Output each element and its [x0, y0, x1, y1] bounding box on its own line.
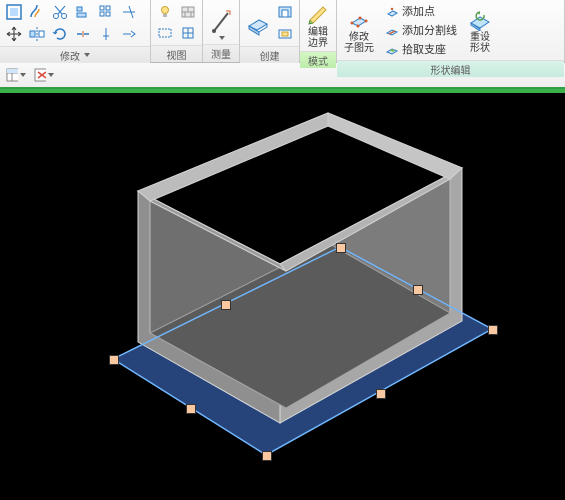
panel-create-label: 创建 — [240, 46, 299, 63]
add-point-label: 添加点 — [402, 3, 435, 19]
panel-measure: 测量 — [203, 0, 240, 62]
chevron-down-icon — [48, 73, 54, 77]
shape-handle[interactable] — [376, 389, 386, 399]
create-region-icon[interactable] — [275, 24, 295, 44]
view-ideas-icon[interactable] — [155, 2, 175, 22]
measure-tool[interactable] — [207, 5, 235, 40]
pick-support-button[interactable]: 拾取支座 — [383, 40, 448, 58]
view-grid-icon[interactable] — [178, 23, 198, 43]
panel-modify-label: 修改 — [60, 48, 80, 63]
panel-modify: 修改 — [0, 0, 151, 62]
shape-handle[interactable] — [413, 285, 423, 295]
panel-shape-label: 形状编辑 — [337, 60, 564, 77]
add-split-line-button[interactable]: 添加分割线 — [383, 21, 459, 39]
pin-tool[interactable] — [96, 24, 116, 44]
modify-subelements-label: 修改 子图元 — [344, 32, 374, 54]
shape-handle[interactable] — [109, 355, 119, 365]
reset-shape-label: 重设 形状 — [470, 32, 490, 54]
panel-mode: 编辑 边界 模式 — [300, 0, 337, 62]
shape-handle[interactable] — [262, 451, 272, 461]
ribbon: 修改 视图 测量 — [0, 0, 565, 63]
move-tool[interactable] — [4, 24, 24, 44]
panel-view-label: 视图 — [151, 45, 202, 62]
properties-button[interactable] — [6, 65, 26, 85]
chevron-down-icon[interactable] — [84, 53, 90, 57]
shape-handle[interactable] — [221, 300, 231, 310]
cut-tool[interactable] — [50, 2, 70, 22]
create-opening-icon[interactable] — [275, 2, 295, 22]
rotate-tool[interactable] — [50, 24, 70, 44]
panel-create: 创建 — [240, 0, 300, 62]
shape-handle[interactable] — [488, 325, 498, 335]
extend-tool[interactable] — [119, 24, 139, 44]
panel-shape: 修改 子图元 添加点 添加分割线 拾取支座 重设 形状 — [337, 0, 565, 62]
trim-tool[interactable] — [119, 2, 139, 22]
create-floor-icon[interactable] — [244, 9, 272, 37]
view-wall-icon[interactable] — [178, 2, 198, 22]
shape-handle[interactable] — [186, 404, 196, 414]
add-point-button[interactable]: 添加点 — [383, 2, 437, 20]
align-tool[interactable] — [73, 2, 93, 22]
panel-view: 视图 — [151, 0, 203, 62]
chevron-down-icon — [219, 36, 225, 40]
pick-support-icon — [385, 42, 399, 56]
select-tool[interactable] — [4, 2, 24, 22]
shape-handle[interactable] — [336, 243, 346, 253]
split-tool[interactable] — [73, 24, 93, 44]
add-split-label: 添加分割线 — [402, 22, 457, 38]
pick-support-label: 拾取支座 — [402, 41, 446, 57]
edit-boundary-button[interactable]: 编辑 边界 — [304, 2, 332, 49]
add-split-icon — [385, 23, 399, 37]
close-hidden-button[interactable] — [34, 65, 54, 85]
reset-shape-button[interactable]: 重设 形状 — [465, 7, 495, 54]
add-point-icon — [385, 4, 399, 18]
modify-subelements-button[interactable]: 修改 子图元 — [341, 7, 377, 54]
mirror-tool[interactable] — [27, 24, 47, 44]
viewport-3d[interactable] — [0, 93, 565, 500]
model-geometry — [0, 93, 565, 500]
panel-mode-label: 模式 — [300, 51, 336, 68]
offset-tool[interactable] — [27, 2, 47, 22]
panel-measure-label: 测量 — [203, 44, 239, 62]
view-hide-icon[interactable] — [155, 23, 175, 43]
array-tool[interactable] — [96, 2, 116, 22]
edit-boundary-label: 编辑 边界 — [308, 27, 328, 49]
chevron-down-icon — [20, 73, 26, 77]
